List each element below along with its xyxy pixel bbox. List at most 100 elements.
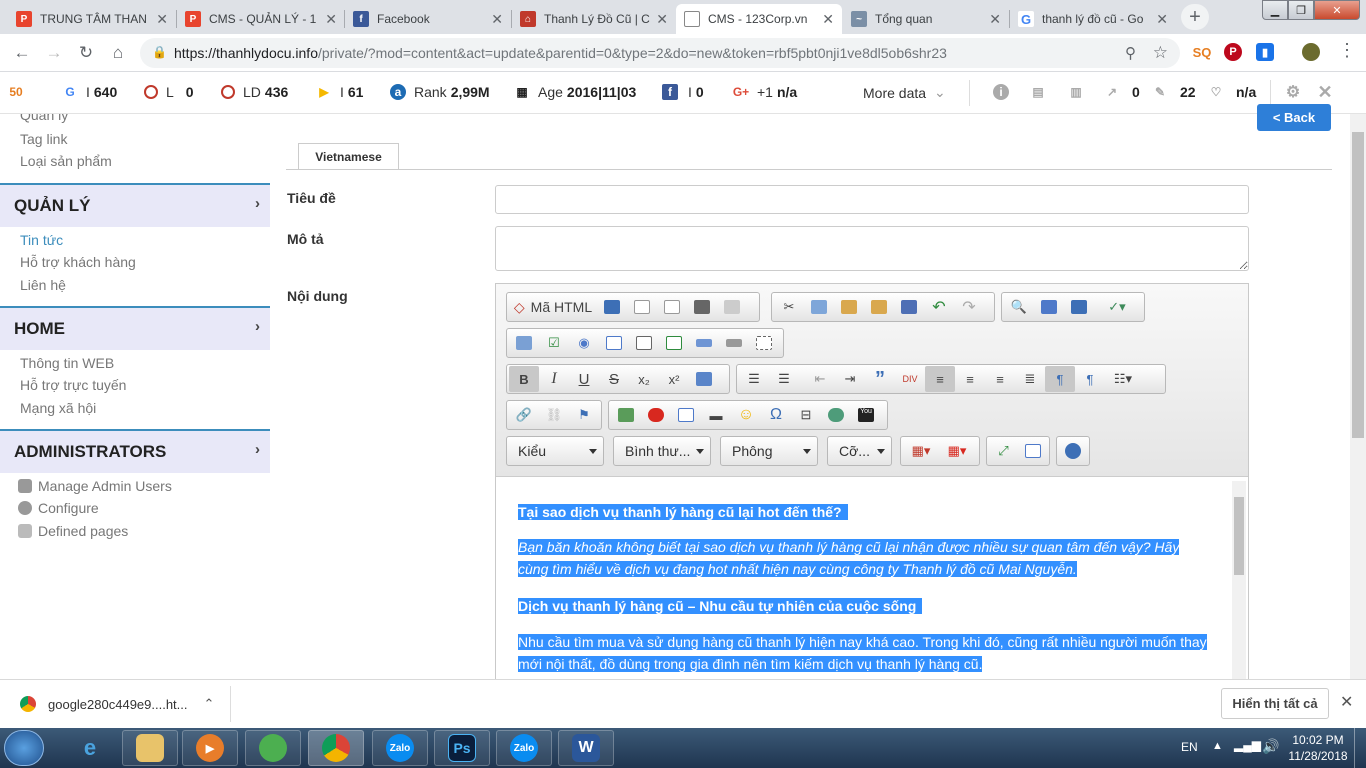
new-tab-button[interactable]: + [1181,4,1209,30]
language-button[interactable]: ☷▾ [1105,366,1141,392]
browser-tab-3[interactable]: f Facebook ✕ [345,4,511,34]
close-icon[interactable]: ✕ [989,11,1001,28]
density-button[interactable]: ▥ [1068,84,1092,100]
indent-button[interactable]: ⇥ [835,366,865,392]
page-scrollbar[interactable] [1350,114,1366,679]
numbered-list-button[interactable]: ☰ [739,366,769,392]
taskbar-app-zalo-2[interactable]: Zalo [496,730,552,766]
superscript-button[interactable]: x² [659,366,689,392]
close-icon[interactable]: ✕ [822,11,834,28]
sidebar-item-thong-tin-web[interactable]: Thông tin WEB [20,355,114,371]
start-button[interactable] [4,730,44,766]
tray-expand-icon[interactable]: ▲ [1212,740,1223,752]
anchor-button[interactable]: ⚑ [569,402,599,428]
taskbar-app-chrome[interactable] [308,730,364,766]
unlink-button[interactable]: ⛓ [539,402,569,428]
sidebar-item-lien-he[interactable]: Liên hệ [20,277,66,293]
textfield-button[interactable] [599,330,629,356]
preview-button[interactable] [657,294,687,320]
back-arrow-icon[interactable]: ← [10,41,34,65]
table-button[interactable] [671,402,701,428]
title-input[interactable] [495,185,1249,214]
taskbar-app-zalo-1[interactable]: Zalo [372,730,428,766]
sidebar-item-tag-link[interactable]: Tag link [20,131,67,147]
health-metric[interactable]: ♡ n/a [1208,84,1257,100]
flash-button[interactable] [641,402,671,428]
bg-color-button[interactable]: ▦▾ [939,438,975,464]
hidden-field-button[interactable] [749,330,779,356]
restore-button[interactable]: ❐ [1288,0,1314,20]
cut-button[interactable]: ✂ [774,294,804,320]
sidebar-item-defined-pages[interactable]: Defined pages [18,523,128,539]
taskbar-app-coccoc[interactable] [245,730,301,766]
forward-arrow-icon[interactable]: → [42,41,66,65]
taskbar-app-explorer[interactable] [122,730,178,766]
home-icon[interactable]: ⌂ [106,41,130,65]
print-button[interactable] [687,294,717,320]
justify-button[interactable]: ≣ [1015,366,1045,392]
tab-vietnamese[interactable]: Vietnamese [298,143,399,170]
smiley-button[interactable]: ☺ [731,402,761,428]
address-bar[interactable]: 🔒 https://thanhlydocu.info/private/?mod=… [140,38,1180,68]
browser-tab-5[interactable]: CMS - 123Corp.vn ✕ [676,4,842,34]
italic-button[interactable]: I [539,366,569,392]
volume-icon[interactable]: 🔊 [1262,738,1279,755]
ltr-button[interactable]: ¶ [1045,366,1075,392]
about-button[interactable] [1059,438,1087,464]
show-desktop-button[interactable] [1354,728,1366,768]
redo-button[interactable]: ↷ [954,294,984,320]
save-button[interactable] [597,294,627,320]
network-icon[interactable]: ▂▄▆ [1234,738,1261,752]
radio-button[interactable]: ◉ [569,330,599,356]
undo-button[interactable]: ↶ [924,294,954,320]
image-button-button[interactable] [719,330,749,356]
link-button[interactable]: 🔗 [509,402,539,428]
pinterest-icon[interactable]: P [1224,43,1242,61]
sidebar-section-home[interactable]: HOME › [0,306,270,350]
close-icon[interactable]: ✕ [1340,692,1353,712]
bulleted-list-button[interactable]: ☰ [769,366,799,392]
close-icon[interactable]: ✕ [1156,11,1168,28]
seoquake-icon[interactable]: SQ [1193,43,1211,61]
menu-icon[interactable]: ⋮ [1338,40,1356,61]
paste-text-button[interactable] [864,294,894,320]
sidebar-item-quan-ly[interactable]: Quản lý [20,114,68,123]
sidebar-item-manage-admin-users[interactable]: Manage Admin Users [18,478,172,494]
copy-button[interactable] [804,294,834,320]
external-links-metric[interactable]: ↗ 0 [1104,84,1140,100]
description-textarea[interactable] [495,226,1249,271]
editor-scrollbar[interactable] [1232,481,1246,681]
pages-metric[interactable]: ✎ 22 [1152,84,1196,100]
paste-button[interactable] [834,294,864,320]
align-left-button[interactable]: ≡ [925,366,955,392]
google-index-metric[interactable]: G I 640 [62,84,117,100]
taskbar-app-ie[interactable]: e [62,730,118,766]
underline-button[interactable]: U [569,366,599,392]
maximize-button[interactable]: ⤢ [989,438,1018,464]
taskbar-app-word[interactable]: W [558,730,614,766]
select-button[interactable] [659,330,689,356]
checkbox-button[interactable]: ☑ [539,330,569,356]
new-page-button[interactable] [627,294,657,320]
blockquote-button[interactable]: ” [865,366,895,392]
align-right-button[interactable]: ≡ [985,366,1015,392]
browser-tab-7[interactable]: G thanh lý đồ cũ - Go ✕ [1010,4,1176,34]
sidebar-item-loai-san-pham[interactable]: Loại sản phẩm [20,153,112,169]
align-center-button[interactable]: ≡ [955,366,985,392]
subscript-button[interactable]: x₂ [629,366,659,392]
replace-button[interactable] [1034,294,1064,320]
editor-content-area[interactable]: Tại sao dịch vụ thanh lý hàng cũ lại hot… [496,476,1248,682]
star-icon[interactable]: ☆ [1153,43,1168,63]
form-button[interactable] [509,330,539,356]
spellcheck-button[interactable]: ✓▾ [1094,294,1140,320]
format-select[interactable]: Bình thư... [613,436,711,466]
sidebar-item-tin-tuc[interactable]: Tin tức [20,232,63,248]
font-select[interactable]: Phông [720,436,818,466]
close-icon[interactable]: ✕ [656,11,668,28]
language-indicator[interactable]: EN [1181,740,1198,754]
alexa-rank-metric[interactable]: a Rank 2,99M [390,84,490,100]
back-button[interactable]: < Back [1257,104,1331,131]
taskbar-app-media[interactable]: ▶ [182,730,238,766]
sidebar-section-administrators[interactable]: ADMINISTRATORS › [0,429,270,473]
bing-index-metric[interactable]: ▶ I 61 [316,84,363,100]
